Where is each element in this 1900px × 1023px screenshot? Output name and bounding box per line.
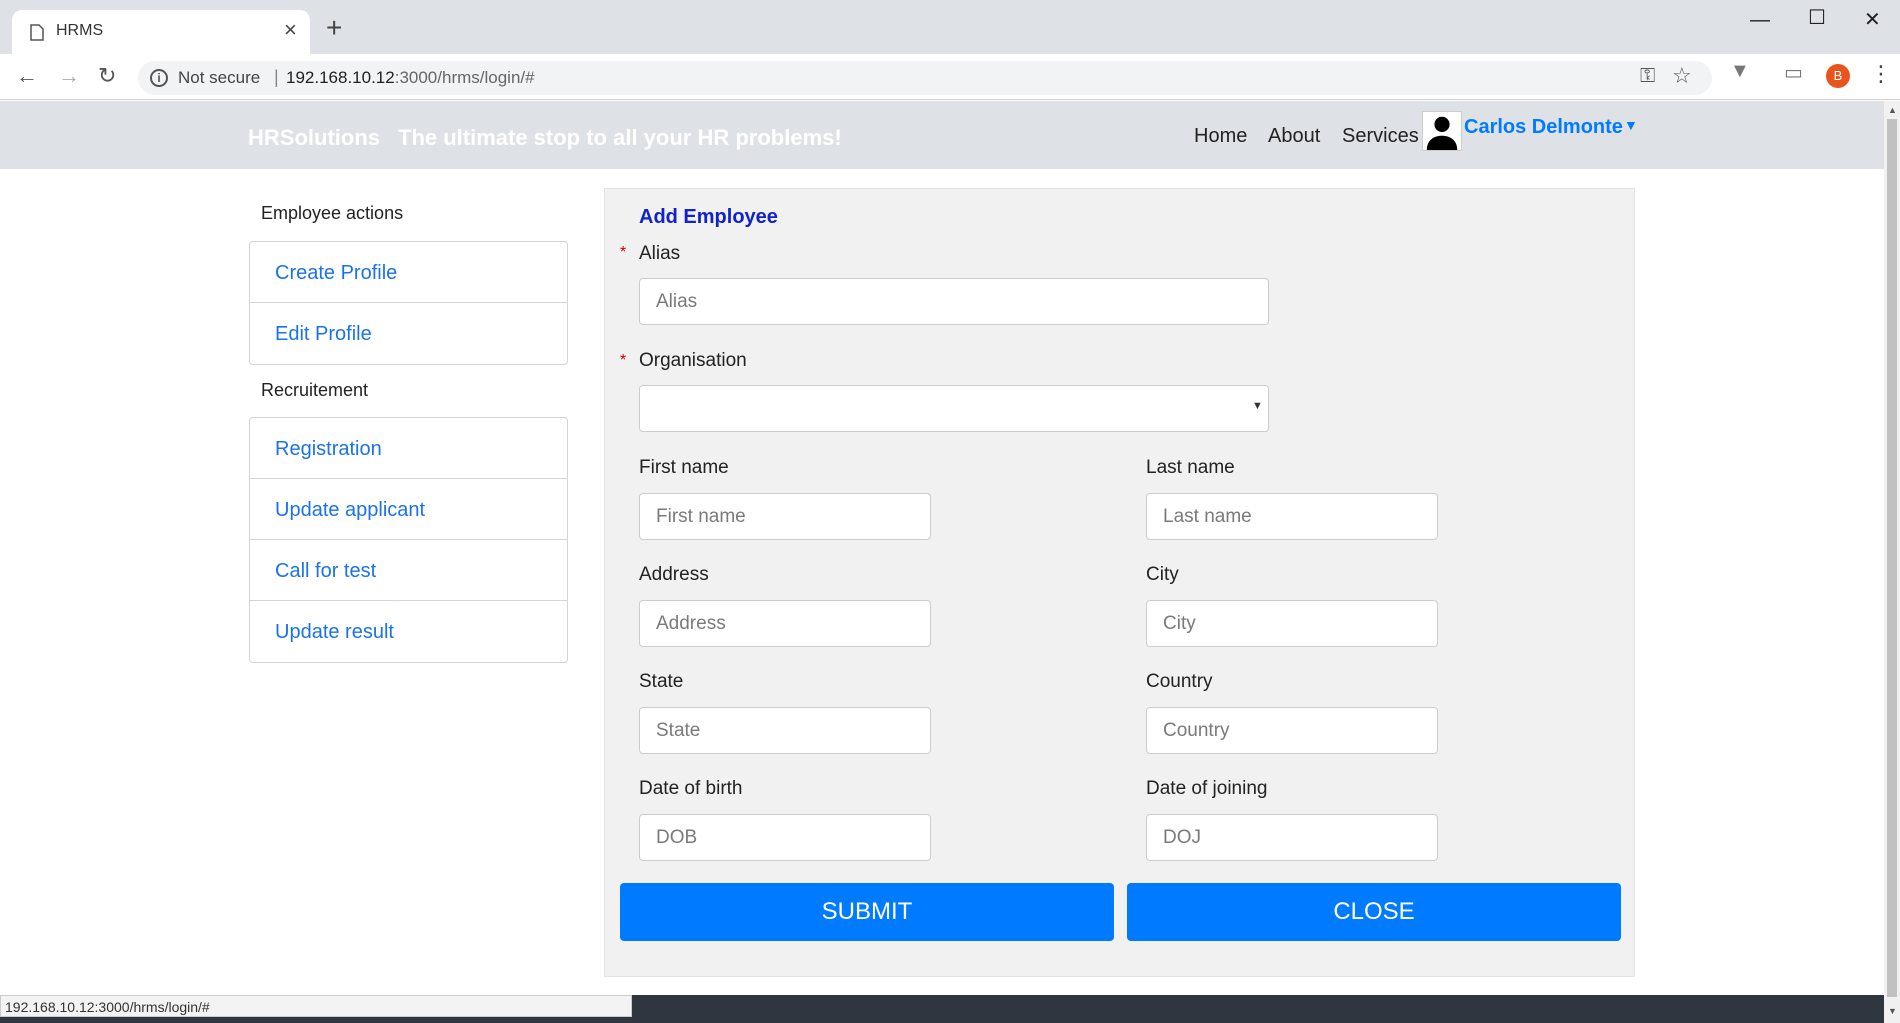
nav-services[interactable]: Services [1342,125,1419,148]
last-name-input[interactable] [1146,493,1438,540]
dob-input[interactable] [639,814,931,861]
recruitment-list: Registration Update applicant Call for t… [249,417,568,663]
menu-icon[interactable]: ⋮ [1870,62,1892,86]
back-icon[interactable]: ← [16,62,38,90]
country-input[interactable] [1146,707,1438,754]
employee-actions-list: Create Profile Edit Profile [249,241,568,365]
last-name-label: Last name [1146,457,1235,478]
organisation-label: Organisation [639,350,747,371]
address-bar[interactable]: i Not secure | 192.168.10.12:3000/hrms/l… [138,61,1712,95]
country-label: Country [1146,671,1213,692]
maximize-icon[interactable]: ☐ [1808,6,1826,30]
address-label: Address [639,564,709,585]
chevron-down-icon[interactable]: ▼ [1624,117,1638,133]
url-host: 192.168.10.12 [286,68,395,87]
close-button[interactable]: CLOSE [1127,883,1621,941]
first-name-input[interactable] [639,493,931,540]
state-label: State [639,671,684,692]
bottom-bar [632,995,1884,1023]
cast-icon[interactable]: ▭ [1784,60,1803,85]
dropdown-arrow-icon[interactable]: ▼ [1252,400,1263,412]
doj-label: Date of joining [1146,778,1268,799]
organisation-select[interactable]: ▼ [639,385,1269,432]
required-marker: * [620,352,627,369]
scrollbar-thumb[interactable] [1887,119,1897,997]
window-close-icon[interactable]: ✕ [1864,8,1881,32]
first-name-label: First name [639,457,729,478]
sidebar-item-update-result[interactable]: Update result [250,601,567,662]
reload-icon[interactable]: ↻ [98,62,116,90]
dob-label: Date of birth [639,778,743,799]
page-scrollbar[interactable]: ▲ ▼ [1884,101,1900,1023]
site-header: HRSolutions The ultimate stop to all you… [0,101,1884,169]
city-label: City [1146,564,1179,585]
city-input[interactable] [1146,600,1438,647]
sidebar-item-edit-profile[interactable]: Edit Profile [250,303,567,364]
sidebar-item-update-applicant[interactable]: Update applicant [250,479,567,540]
url-text[interactable]: 192.168.10.12:3000/hrms/login/# [286,68,535,88]
state-input[interactable] [639,707,931,754]
nav-home[interactable]: Home [1194,125,1247,148]
extension-icon[interactable]: ▼ [1730,60,1750,83]
new-tab-icon[interactable]: + [326,14,342,42]
submit-button[interactable]: SUBMIT [620,883,1114,941]
tab-close-icon[interactable]: × [284,19,297,41]
sidebar-item-create-profile[interactable]: Create Profile [250,242,567,303]
browser-tab[interactable]: HRMS × [12,10,310,54]
url-path: :3000/hrms/login/# [394,68,535,87]
tab-title: HRMS [56,22,104,39]
profile-avatar[interactable]: B [1826,64,1850,88]
forward-icon[interactable]: → [58,62,80,90]
address-input[interactable] [639,600,931,647]
status-url-bubble: 192.168.10.12:3000/hrms/login/# [0,995,632,1017]
page-icon [30,24,44,41]
employee-actions-heading: Employee actions [261,203,404,223]
user-menu[interactable]: Carlos Delmonte [1464,116,1623,139]
required-marker: * [620,244,627,261]
alias-input[interactable] [639,278,1269,325]
nav-about[interactable]: About [1268,125,1320,148]
sidebar-item-call-for-test[interactable]: Call for test [250,540,567,601]
sidebar-item-registration[interactable]: Registration [250,418,567,479]
form-title: Add Employee [639,206,778,228]
url-separator: | [274,67,279,87]
doj-input[interactable] [1146,814,1438,861]
tagline: The ultimate stop to all your HR problem… [398,125,842,150]
key-icon[interactable]: ⚿ [1640,65,1655,88]
minimize-icon[interactable]: — [1750,8,1770,32]
star-icon[interactable]: ☆ [1672,63,1692,89]
info-icon[interactable]: i [150,69,168,87]
scroll-down-icon[interactable]: ▼ [1888,1006,1897,1016]
brand-logo[interactable]: HRSolutions [248,125,380,151]
browser-tabstrip: HRMS × + — ☐ ✕ [0,0,1900,54]
browser-toolbar: ← → ↻ i Not secure | 192.168.10.12:3000/… [0,54,1900,100]
recruitment-heading: Recruitement [261,380,369,400]
user-avatar-icon[interactable] [1422,111,1462,151]
alias-label: Alias [639,243,681,264]
security-label: Not secure [178,68,261,87]
scroll-up-icon[interactable]: ▲ [1888,105,1897,115]
bottom-edge [0,1017,632,1023]
